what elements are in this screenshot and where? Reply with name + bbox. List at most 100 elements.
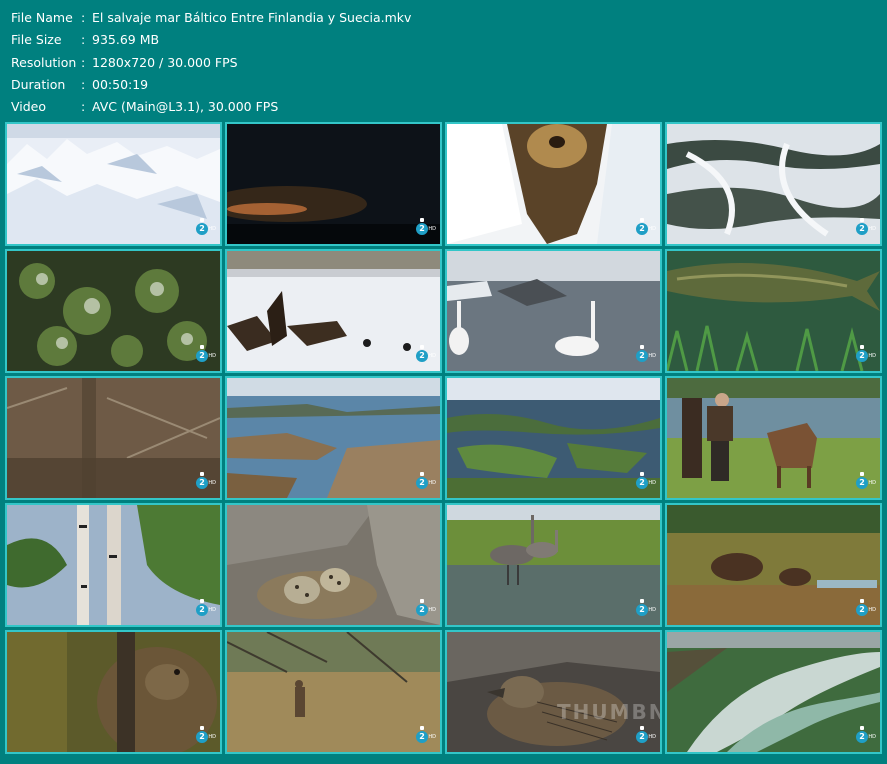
- channel-logo-dot: [200, 726, 204, 730]
- channel-logo-dot: [860, 726, 864, 730]
- thumbnail-aerial-river-delta[interactable]: 2 HD: [665, 630, 882, 754]
- thumbnail-image: [227, 251, 440, 371]
- channel-logo-icon: 2: [196, 477, 208, 489]
- resolution-value: 1280x720 / 30.000 FPS: [92, 54, 238, 70]
- channel-logo-hd: HD: [208, 480, 216, 486]
- channel-logo-dot: [200, 345, 204, 349]
- thumbnail-image: [227, 378, 440, 498]
- channel-logo-icon: 2: [416, 350, 428, 362]
- channel-logo-hd: HD: [648, 480, 656, 486]
- thumbnail-bird-nest-eggs[interactable]: 2 HD: [225, 503, 442, 627]
- thumbnail-bear-behind-tree[interactable]: 2 HD: [5, 630, 222, 754]
- thumbnail-image: [227, 632, 440, 752]
- thumbnail-seal-in-ice-hole[interactable]: 2 HD: [445, 122, 662, 246]
- thumbnail-snow-ice-ridges[interactable]: 2 HD: [5, 122, 222, 246]
- channel-logo-icon: 2: [416, 731, 428, 743]
- channel-logo-hd: HD: [428, 734, 436, 740]
- thumbnail-image: [7, 124, 220, 244]
- channel-logo-icon: 2: [636, 350, 648, 362]
- file-size-value: 935.69 MB: [92, 32, 160, 48]
- thumbnail-aerial-frozen-river[interactable]: 2 HD: [665, 122, 882, 246]
- thumbnail-image: [227, 505, 440, 625]
- channel-logo-hd: HD: [648, 734, 656, 740]
- duration-row: Duration : 00:50:19: [11, 74, 411, 96]
- thumbnail-bears-in-meadow[interactable]: 2 HD: [665, 503, 882, 627]
- channel-logo-icon: 2: [856, 604, 868, 616]
- channel-logo-dot: [860, 599, 864, 603]
- thumbnail-image: [667, 251, 880, 371]
- channel-logo-hd: HD: [428, 607, 436, 613]
- channel-logo-hd: HD: [208, 353, 216, 359]
- channel-logo-icon: 2: [636, 477, 648, 489]
- file-size-label: File Size: [11, 32, 62, 48]
- channel-logo-dot: [420, 726, 424, 730]
- resolution-label: Resolution: [11, 54, 77, 70]
- duration-label: Duration: [11, 76, 66, 92]
- channel-logo-icon: 2: [856, 477, 868, 489]
- thumbnail-image: [667, 632, 880, 752]
- file-name-row: File Name : El salvaje mar Báltico Entre…: [11, 7, 411, 29]
- thumbnail-aerial-lake-islands[interactable]: 2 HD: [445, 376, 662, 500]
- channel-logo-dot: [640, 472, 644, 476]
- file-size-row: File Size : 935.69 MB: [11, 29, 411, 51]
- thumbnail-swans-on-water[interactable]: 2 HD: [445, 249, 662, 373]
- video-row: Video : AVC (Main@L3.1), 30.000 FPS: [11, 96, 411, 118]
- channel-logo-icon: 2: [856, 731, 868, 743]
- channel-logo-dot: [640, 726, 644, 730]
- separator: :: [81, 76, 86, 92]
- channel-logo-dot: [420, 218, 424, 222]
- thumbnail-cranes-in-reeds[interactable]: 2 HD: [445, 503, 662, 627]
- channel-logo-icon: 2: [856, 223, 868, 235]
- thumbnail-birch-trees[interactable]: 2 HD: [5, 503, 222, 627]
- channel-logo-icon: 2: [636, 731, 648, 743]
- channel-logo-dot: [200, 472, 204, 476]
- thumbnail-pike-underwater[interactable]: 2 HD: [665, 249, 882, 373]
- file-name-label: File Name: [11, 10, 73, 25]
- channel-logo-icon: 2: [856, 350, 868, 362]
- thumbnail-image: [447, 505, 660, 625]
- thumbnail-image: [227, 124, 440, 244]
- file-name-value: El salvaje mar Báltico Entre Finlandia y…: [92, 10, 412, 25]
- thumbnail-eider-duck-nest[interactable]: 2HD THUMBNAILS: [445, 630, 662, 754]
- channel-logo-icon: 2: [636, 604, 648, 616]
- channel-logo-icon: 2: [196, 604, 208, 616]
- resolution-row: Resolution : 1280x720 / 30.000 FPS: [11, 52, 411, 74]
- thumbnail-image: [667, 124, 880, 244]
- thumbnail-tree-trunk-woods[interactable]: 2 HD: [5, 376, 222, 500]
- channel-logo-hd: HD: [868, 607, 876, 613]
- channel-logo-hd: HD: [428, 480, 436, 486]
- channel-logo-hd: HD: [428, 226, 436, 232]
- thumbnail-man-with-moose-calf[interactable]: 2 HD: [665, 376, 882, 500]
- separator: :: [81, 54, 86, 70]
- channel-logo-hd: HD: [208, 226, 216, 232]
- thumbnail-image: [447, 378, 660, 498]
- channel-logo-dot: [640, 218, 644, 222]
- separator: :: [81, 99, 86, 115]
- separator: :: [81, 32, 86, 48]
- channel-logo-hd: HD: [648, 353, 656, 359]
- thumbnail-eagles-on-snow[interactable]: 2 HD: [225, 249, 442, 373]
- channel-logo-dot: [420, 599, 424, 603]
- channel-logo-dot: [200, 599, 204, 603]
- channel-logo-hd: HD: [648, 226, 656, 232]
- channel-logo-icon: 2: [416, 477, 428, 489]
- thumbnail-night-sky-sunset[interactable]: 2 HD: [225, 122, 442, 246]
- channel-logo-dot: [420, 472, 424, 476]
- channel-logo-hd: HD: [428, 353, 436, 359]
- channel-logo-icon: 2: [196, 223, 208, 235]
- thumbnail-image: [667, 378, 880, 498]
- separator: :: [81, 10, 86, 25]
- thumbnail-rocky-archipelago[interactable]: 2 HD: [225, 376, 442, 500]
- channel-logo-hd: HD: [868, 226, 876, 232]
- thumbnail-image: [7, 505, 220, 625]
- thumbnail-image: [447, 251, 660, 371]
- thumbnail-image: [7, 632, 220, 752]
- channel-logo-icon: 2: [416, 604, 428, 616]
- thumbnail-aerial-snowy-forest[interactable]: 2 HD: [5, 249, 222, 373]
- channel-logo-dot: [200, 218, 204, 222]
- channel-logo-hd: HD: [868, 353, 876, 359]
- duration-value: 00:50:19: [92, 76, 149, 92]
- channel-logo-icon: 2: [196, 350, 208, 362]
- thumbnail-deer-in-grass[interactable]: 2 HD: [225, 630, 442, 754]
- channel-logo-hd: HD: [648, 607, 656, 613]
